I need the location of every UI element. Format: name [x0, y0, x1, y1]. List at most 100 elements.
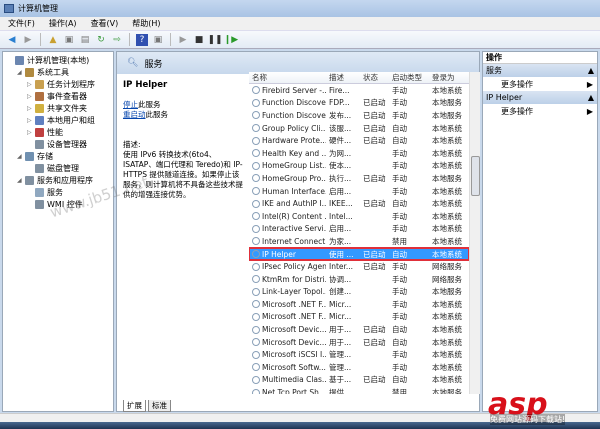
- expand-icon[interactable]: ▷: [27, 117, 35, 124]
- menu-file[interactable]: 文件(F): [8, 18, 35, 29]
- tree-item[interactable]: ▷ 任务计划程序: [3, 78, 113, 90]
- service-row[interactable]: Human Interface... 启用... 手动 本地系统: [249, 185, 469, 198]
- pause-service-icon[interactable]: ❚❚: [207, 34, 222, 46]
- actions-section-services[interactable]: 服务 ▲: [483, 64, 597, 77]
- service-row[interactable]: Function Discove... FDP... 已启动 手动 本地服务: [249, 97, 469, 110]
- service-row[interactable]: Microsoft .NET F... Micr... 手动 本地系统: [249, 311, 469, 324]
- tab-standard[interactable]: 标准: [148, 400, 171, 412]
- tab-extended[interactable]: 扩展: [123, 400, 146, 412]
- action-pane-icon[interactable]: ▣: [152, 34, 164, 46]
- tree-item-label: 事件查看器: [47, 91, 87, 101]
- service-icon: [252, 262, 260, 271]
- export-icon[interactable]: ⇨: [111, 34, 123, 46]
- properties-icon[interactable]: ▤: [79, 34, 91, 46]
- more-actions-ip-helper[interactable]: 更多操作 ▶: [483, 104, 597, 118]
- more-actions-services[interactable]: 更多操作 ▶: [483, 77, 597, 91]
- service-row[interactable]: Health Key and ... 为网... 手动 本地系统: [249, 147, 469, 160]
- console-tree: 计算机管理(本地) ◢ 系统工具 ▷ 任务计划程序 ▷ 事件查看器 ▷ 共享文件夹 ▷ 本地用户和组…: [2, 51, 114, 412]
- service-row[interactable]: HomeGroup List... 使本... 手动 本地系统: [249, 160, 469, 173]
- tree-item[interactable]: ◢ 系统工具: [3, 66, 113, 78]
- expand-icon[interactable]: ▷: [27, 81, 35, 88]
- tree-item[interactable]: 计算机管理(本地): [3, 54, 113, 66]
- service-cell: 本地系统: [432, 161, 462, 171]
- restart-service-link[interactable]: 重启动: [123, 110, 146, 119]
- service-row[interactable]: Multimedia Clas... 基于... 已启动 自动 本地系统: [249, 374, 469, 387]
- service-name: Interactive Servi...: [262, 224, 326, 234]
- service-cell: 本地服务: [432, 173, 462, 183]
- column-name[interactable]: 名称: [249, 72, 326, 83]
- tree-item[interactable]: ◢ 存储: [3, 150, 113, 162]
- stop-service-link[interactable]: 停止: [123, 100, 138, 109]
- actions-section-ip-helper[interactable]: IP Helper ▲: [483, 91, 597, 104]
- service-cell: 本地系统: [432, 211, 462, 221]
- service-cell: 手动: [392, 161, 407, 171]
- expand-icon[interactable]: ▷: [27, 105, 35, 112]
- show-hide-tree-icon[interactable]: ▣: [63, 34, 75, 46]
- service-row[interactable]: Microsoft .NET F... Micr... 手动 本地系统: [249, 298, 469, 311]
- column-log-on-as[interactable]: 登录为: [429, 72, 469, 83]
- service-cell: 手动: [392, 173, 407, 183]
- node-icon: [25, 151, 34, 161]
- expand-icon[interactable]: ◢: [17, 69, 25, 76]
- service-name: Internet Connect...: [262, 236, 326, 246]
- service-cell: 手动: [392, 148, 407, 158]
- tree-item[interactable]: 磁盘管理: [3, 162, 113, 174]
- back-icon[interactable]: ◀: [6, 34, 18, 46]
- service-row[interactable]: Microsoft Devic... 用于... 已启动 自动 本地系统: [249, 323, 469, 336]
- service-cell: 已启动: [363, 136, 386, 146]
- service-row[interactable]: Net.Tcp Port Sh... 提供... 禁用 本地服务: [249, 386, 469, 394]
- service-row[interactable]: Group Policy Cli... 该服... 已启动 自动 本地系统: [249, 122, 469, 135]
- expand-icon[interactable]: ◢: [17, 177, 25, 184]
- service-cell: 本地系统: [432, 136, 462, 146]
- service-row[interactable]: Microsoft iSCSI I... 管理... 手动 本地系统: [249, 348, 469, 361]
- selected-service-row[interactable]: IP Helper 使用 ... 已启动 自动 本地系统: [249, 246, 469, 262]
- up-folder-icon[interactable]: ▲: [47, 34, 59, 46]
- service-row[interactable]: Link-Layer Topol... 创建... 手动 本地服务: [249, 286, 469, 299]
- service-row[interactable]: IPsec Policy Agent Inter... 已启动 手动 网络服务: [249, 260, 469, 273]
- service-row[interactable]: Firebird Server -... Fire... 手动 本地系统: [249, 84, 469, 97]
- menu-view[interactable]: 查看(V): [91, 18, 119, 29]
- help-icon[interactable]: ?: [136, 33, 148, 46]
- service-row[interactable]: Hardware Prote... 硬件... 已启动 自动 本地系统: [249, 134, 469, 147]
- start-service-icon[interactable]: ▶: [177, 34, 189, 46]
- tree-item[interactable]: ▷ 事件查看器: [3, 90, 113, 102]
- tree-item[interactable]: ◢ 服务和应用程序: [3, 174, 113, 186]
- column-status[interactable]: 状态: [360, 72, 389, 83]
- service-row[interactable]: IKE and AuthIP I... IKEE... 已启动 自动 本地系统: [249, 197, 469, 210]
- collapse-icon[interactable]: ▲: [588, 66, 594, 75]
- menu-help[interactable]: 帮助(H): [132, 18, 160, 29]
- stop-service-icon[interactable]: ■: [193, 34, 205, 46]
- scrollbar-thumb[interactable]: [471, 156, 480, 196]
- service-row[interactable]: HomeGroup Pro... 执行... 已启动 手动 本地服务: [249, 172, 469, 185]
- forward-icon[interactable]: ▶: [22, 34, 34, 46]
- service-row[interactable]: Internet Connect... 为家... 禁用 本地系统: [249, 235, 469, 248]
- expand-icon[interactable]: ▷: [27, 93, 35, 100]
- column-startup-type[interactable]: 启动类型: [389, 72, 429, 83]
- service-cell: 本地系统: [432, 325, 462, 335]
- refresh-icon[interactable]: ↻: [95, 34, 107, 46]
- collapse-icon[interactable]: ▲: [588, 93, 594, 102]
- service-row[interactable]: KtmRm for Distri... 协调... 手动 网络服务: [249, 273, 469, 286]
- service-icon: [252, 136, 260, 145]
- service-cell: 本地系统: [432, 236, 462, 246]
- tree-item[interactable]: ▷ 性能: [3, 126, 113, 138]
- service-cell: 自动: [392, 199, 407, 209]
- service-row[interactable]: Interactive Servi... 启用... 手动 本地系统: [249, 223, 469, 236]
- service-row[interactable]: Microsoft Devic... 用于... 已启动 自动 本地系统: [249, 336, 469, 349]
- column-description[interactable]: 描述: [326, 72, 360, 83]
- service-cell: 自动: [392, 123, 407, 133]
- service-row[interactable]: Intel(R) Content ... Intel... 手动 本地系统: [249, 210, 469, 223]
- search-icon: 🔍︎: [127, 58, 139, 68]
- service-cell: 手动: [392, 262, 407, 272]
- tree-item[interactable]: ▷ 共享文件夹: [3, 102, 113, 114]
- link-suffix: 此服务: [145, 110, 169, 119]
- tree-item[interactable]: ▷ 本地用户和组: [3, 114, 113, 126]
- service-row[interactable]: Microsoft Softw... 管理... 手动 本地系统: [249, 361, 469, 374]
- menu-action[interactable]: 操作(A): [49, 18, 77, 29]
- expand-icon[interactable]: ▷: [27, 129, 35, 136]
- service-row[interactable]: Function Discove... 发布... 已启动 手动 本地服务: [249, 109, 469, 122]
- expand-icon[interactable]: ◢: [17, 153, 25, 160]
- restart-service-icon[interactable]: ❙▶: [224, 34, 238, 46]
- tree-item[interactable]: 设备管理器: [3, 138, 113, 150]
- vertical-scrollbar[interactable]: [469, 72, 480, 394]
